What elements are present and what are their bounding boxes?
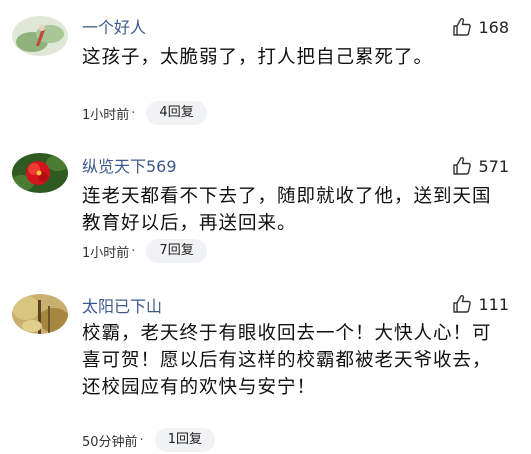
comment-item: 太阳已下山 111 校霸，老天终于有眼收回去一个！大快人心！可喜可贺！愿以后有这… — [0, 282, 531, 454]
like-count: 571 — [478, 156, 509, 176]
like-button[interactable]: 571 — [452, 154, 509, 178]
thumbs-up-icon — [453, 17, 472, 36]
like-button[interactable]: 168 — [452, 15, 509, 39]
comment-item: 一个好人 168 这孩子，太脆弱了，打人把自己累死了。 1小时前 · 4回复 — [0, 0, 531, 140]
like-count: 111 — [478, 294, 509, 314]
green-plant-avatar-icon — [12, 16, 68, 56]
reply-count-button[interactable]: 7回复 — [146, 239, 207, 263]
comment-item: 纵览天下569 571 连老天都看不下去了，随即就收了他，送到天国教育好以后，再… — [0, 140, 531, 282]
reply-count-button[interactable]: 1回复 — [154, 428, 215, 452]
autumn-tree-avatar-icon — [12, 294, 68, 334]
red-flower-avatar-icon — [12, 153, 68, 193]
avatar[interactable] — [12, 16, 68, 56]
timestamp: 1小时前 — [82, 245, 130, 261]
reply-count-button[interactable]: 4回复 — [146, 101, 207, 125]
comment-meta: 1小时前 · 7回复 — [82, 239, 207, 263]
avatar[interactable] — [12, 294, 68, 334]
username[interactable]: 太阳已下山 — [82, 293, 162, 317]
like-button[interactable]: 111 — [452, 292, 509, 316]
username[interactable]: 一个好人 — [82, 14, 146, 38]
username[interactable]: 纵览天下569 — [82, 153, 177, 177]
separator-dot: · — [131, 105, 136, 121]
timestamp: 1小时前 — [82, 107, 130, 123]
comment-text: 校霸，老天终于有眼收回去一个！大快人心！可喜可贺！愿以后有这样的校霸都被老天爷收… — [82, 323, 492, 398]
separator-dot: · — [139, 432, 144, 448]
comment-text: 连老天都看不下去了，随即就收了他，送到天国教育好以后，再送回来。 — [82, 186, 492, 234]
avatar[interactable] — [12, 153, 68, 193]
comment-text: 这孩子，太脆弱了，打人把自己累死了。 — [82, 47, 434, 68]
timestamp: 50分钟前 — [82, 434, 138, 450]
comment-meta: 1小时前 · 4回复 — [82, 101, 207, 125]
separator-dot: · — [131, 243, 136, 259]
like-count: 168 — [478, 17, 509, 37]
thumbs-up-icon — [453, 294, 472, 313]
thumbs-up-icon — [453, 156, 472, 175]
comment-meta: 50分钟前 · 1回复 — [82, 428, 215, 452]
